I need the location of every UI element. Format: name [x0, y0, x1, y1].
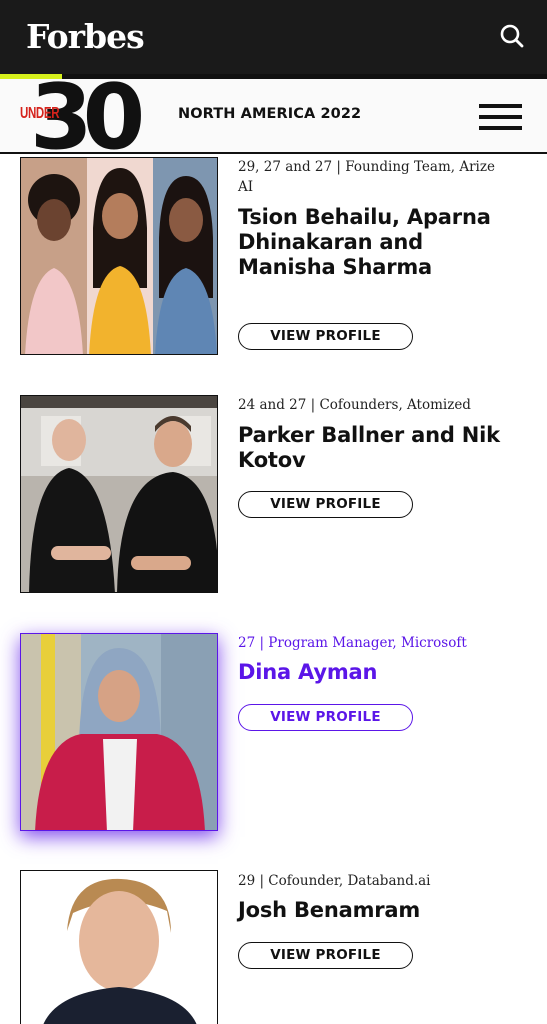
forbes-logo[interactable]: Forbes — [26, 17, 145, 56]
listee-photo-founders-trio[interactable] — [20, 157, 218, 355]
listee-meta: 24 and 27 | Cofounders, Atomized — [238, 397, 471, 413]
portrait-photo — [21, 871, 217, 1024]
portrait-photo — [21, 634, 217, 830]
listee-name[interactable]: Dina Ayman — [238, 660, 508, 685]
menu-icon-bar — [479, 104, 522, 108]
listee-photo-josh-benamram[interactable] — [20, 870, 218, 1024]
search-icon — [500, 24, 524, 48]
listee-meta: 29 | Cofounder, Databand.ai — [238, 873, 431, 889]
listee-name[interactable]: Tsion Behailu, Aparna Dhinakaran and Man… — [238, 205, 508, 280]
view-profile-button[interactable]: VIEW PROFILE — [238, 323, 413, 350]
menu-icon-bar — [479, 126, 522, 130]
view-profile-button[interactable]: VIEW PROFILE — [238, 942, 413, 969]
under-30-logo[interactable]: 30 UNDER — [20, 65, 180, 170]
view-profile-button[interactable]: VIEW PROFILE — [238, 491, 413, 518]
list-title: NORTH AMERICA 2022 — [178, 106, 362, 122]
listee-photo-cofounders-duo[interactable] — [20, 395, 218, 593]
under-mark: UNDER — [20, 105, 60, 122]
listee-meta: 29, 27 and 27 | Founding Team, Arize AI — [238, 159, 495, 195]
listee-photo-dina-ayman[interactable] — [20, 633, 218, 831]
view-profile-button[interactable]: VIEW PROFILE — [238, 704, 413, 731]
founders-trio-photo — [21, 158, 217, 354]
cofounders-duo-photo — [21, 396, 217, 592]
listee-meta: 27 | Program Manager, Microsoft — [238, 635, 467, 651]
listee-name[interactable]: Josh Benamram — [238, 898, 508, 923]
listee-name[interactable]: Parker Ballner and Nik Kotov — [238, 423, 508, 473]
menu-icon-bar — [479, 115, 522, 119]
search-button[interactable] — [496, 20, 528, 52]
menu-button[interactable] — [479, 104, 522, 131]
